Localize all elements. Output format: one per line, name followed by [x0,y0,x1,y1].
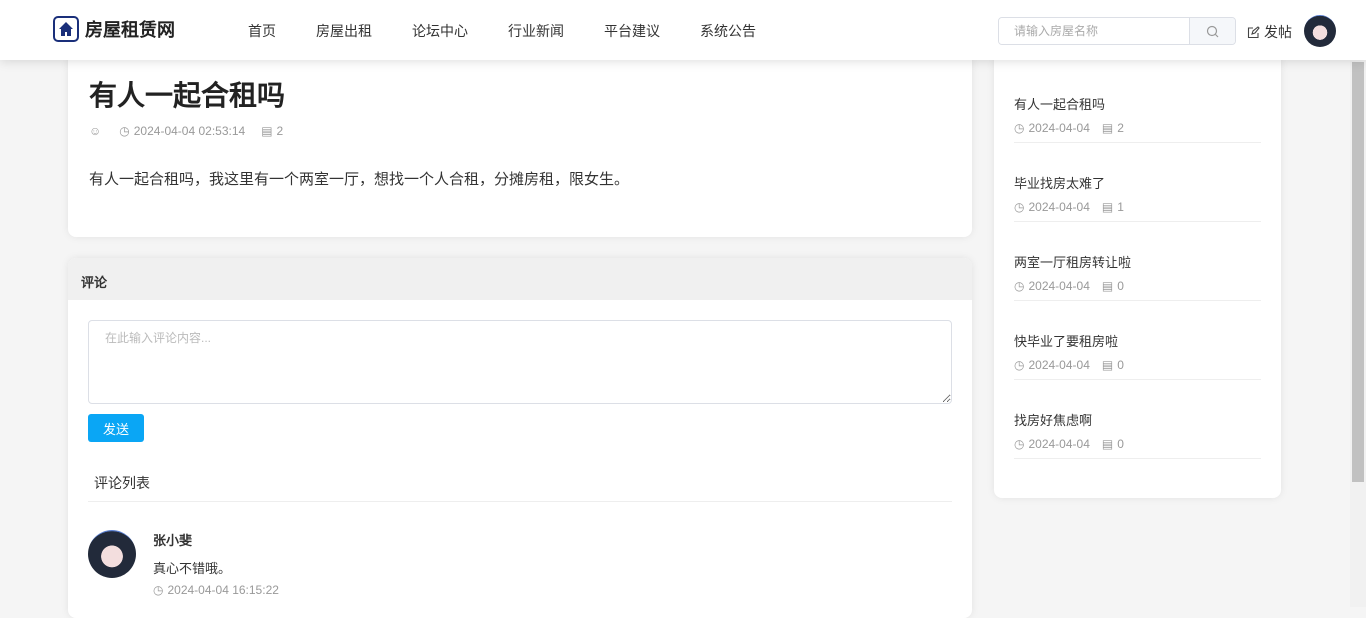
comment-list-title: 评论列表 [88,461,952,502]
sidebar-item-title[interactable]: 两室一厅租房转让啦 [1014,252,1131,271]
comment-time: 2024-04-04 16:15:22 [167,583,279,597]
post-title: 有人一起合租吗 [89,80,286,111]
sidebar-item[interactable]: 找房好焦虑啊 ◷ 2024-04-04 ▤ 0 [1014,380,1261,459]
top-navbar: 房屋租赁网 首页 房屋出租 论坛中心 行业新闻 平台建议 系统公告 发帖 [0,0,1366,60]
logo-text: 房屋租赁网 [85,20,175,40]
nav-notice[interactable]: 系统公告 [700,21,756,41]
sidebar-item-title[interactable]: 有人一起合租吗 [1014,94,1105,113]
clock-icon: ◷ [1014,437,1025,451]
sidebar-item-title[interactable]: 快毕业了要租房啦 [1014,331,1118,350]
sidebar-item-comments: 0 [1117,358,1124,372]
comment-input[interactable] [88,320,952,404]
post-time: 2024-04-04 02:53:14 [133,124,246,138]
post-content: 有人一起合租吗，我这里有一个两室一厅，想找一个人合租，分摊房租，限女生。 [89,171,630,188]
post-card: 有人一起合租吗 ☺ ◷ 2024-04-04 02:53:14 ▤ 2 有人一起… [68,40,972,237]
comment-text: 真心不错哦。 [153,561,232,576]
sidebar-item[interactable]: 有人一起合租吗 ◷ 2024-04-04 ▤ 2 [1014,64,1261,143]
search-input[interactable] [999,18,1189,44]
clock-icon: ◷ [153,583,164,597]
post-meta: ☺ ◷ 2024-04-04 02:53:14 ▤ 2 [89,124,283,138]
comment-icon: ▤ [1101,279,1114,293]
comment-icon: ▤ [261,124,273,138]
main-nav: 首页 房屋出租 论坛中心 行业新闻 平台建议 系统公告 [248,21,756,41]
logo[interactable]: 房屋租赁网 [53,16,175,42]
sidebar-item-title[interactable]: 找房好焦虑啊 [1014,410,1092,429]
sidebar-item-date: 2024-04-04 [1028,121,1090,135]
sidebar-card: 有人一起合租吗 ◷ 2024-04-04 ▤ 2 毕业找房太难了 ◷ 2024-04-04 ▤… [994,40,1281,498]
comment-icon: ▤ [1101,200,1114,214]
user-icon: ☺ [89,124,102,138]
nav-news[interactable]: 行业新闻 [508,21,564,41]
search-box [998,17,1236,45]
nav-forum[interactable]: 论坛中心 [412,21,468,41]
sidebar-item-comments: 2 [1117,121,1124,135]
user-avatar[interactable] [1304,15,1336,47]
comment-icon: ▤ [1101,437,1114,451]
sidebar-item-date: 2024-04-04 [1028,200,1090,214]
scrollbar-thumb[interactable] [1352,62,1364,482]
sidebar-item[interactable]: 快毕业了要租房啦 ◷ 2024-04-04 ▤ 0 [1014,301,1261,380]
search-icon [1206,25,1219,37]
sidebar-item-comments: 0 [1117,279,1124,293]
avatar [88,530,136,578]
clock-icon: ◷ [1014,200,1025,214]
nav-home[interactable]: 首页 [248,21,276,41]
sidebar-item[interactable]: 两室一厅租房转让啦 ◷ 2024-04-04 ▤ 0 [1014,222,1261,301]
clock-icon: ◷ [1014,121,1025,135]
sidebar-item-title[interactable]: 毕业找房太难了 [1014,173,1105,192]
post-label: 发帖 [1264,24,1292,40]
post-button[interactable]: 发帖 [1247,22,1292,42]
home-icon [53,16,79,42]
sidebar-item-date: 2024-04-04 [1028,279,1090,293]
clock-icon: ◷ [1014,279,1025,293]
comment-icon: ▤ [1101,121,1114,135]
clock-icon: ◷ [119,124,130,138]
sidebar-item[interactable]: 毕业找房太难了 ◷ 2024-04-04 ▤ 1 [1014,143,1261,222]
sidebar-item-comments: 0 [1117,437,1124,451]
nav-rent[interactable]: 房屋出租 [316,21,372,41]
edit-icon [1247,25,1260,38]
clock-icon: ◷ [1014,358,1025,372]
comment-header: 评论 [68,258,972,300]
comment-user: 张小斐 [153,533,193,548]
sidebar-item-comments: 1 [1117,200,1124,214]
nav-suggest[interactable]: 平台建议 [604,21,660,41]
send-button[interactable]: 发送 [88,414,144,442]
sidebar-item-date: 2024-04-04 [1028,358,1090,372]
sidebar-item-date: 2024-04-04 [1028,437,1090,451]
search-button[interactable] [1189,18,1235,44]
comment-card: 评论 发送 评论列表 张小斐 真心不错哦。 ◷2024-04-04 16:15:… [68,258,972,618]
post-comment-count: 2 [276,124,284,138]
comment-icon: ▤ [1101,358,1114,372]
